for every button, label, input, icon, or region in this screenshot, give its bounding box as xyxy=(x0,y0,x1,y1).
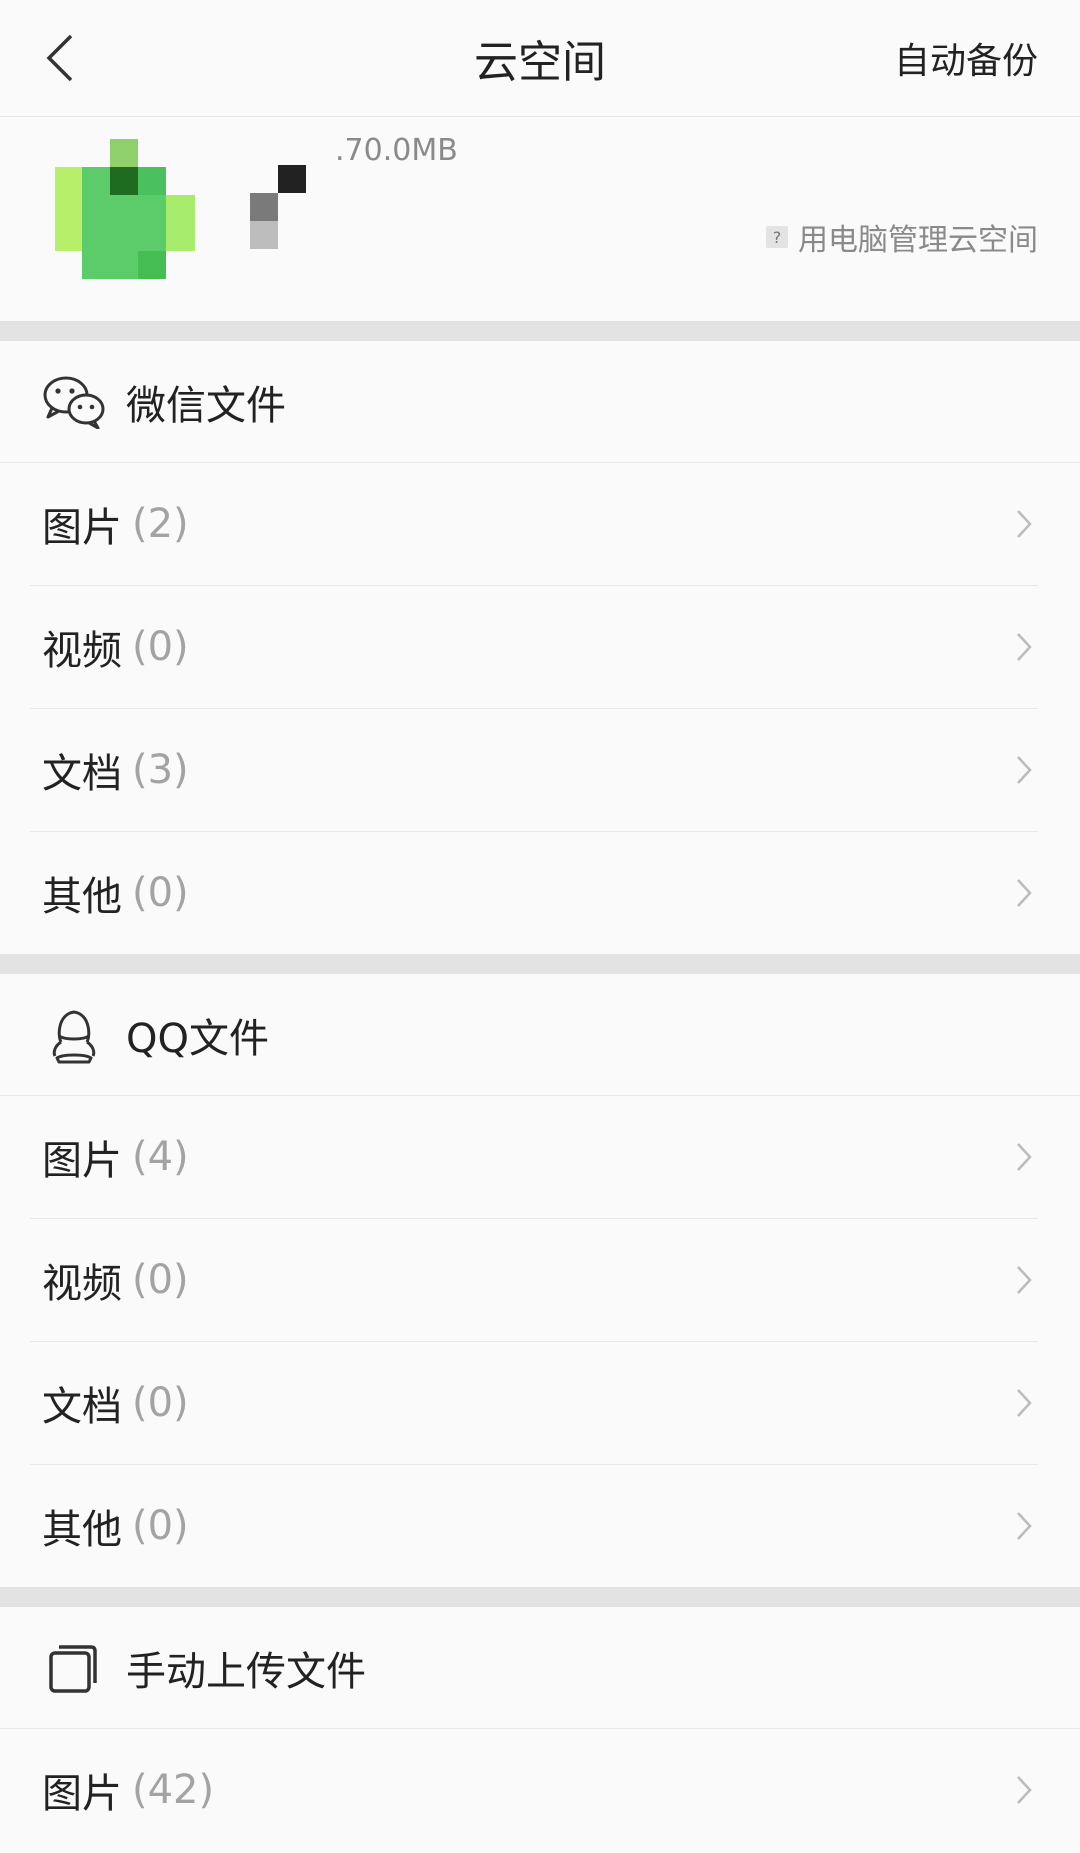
row-wechat-images[interactable]: 图片 (2) xyxy=(30,463,1038,586)
row-wechat-documents[interactable]: 文档 (3) xyxy=(30,709,1038,832)
row-label: 图片 xyxy=(42,505,122,551)
section-header: 手动上传文件 xyxy=(0,1607,1080,1729)
top-bar: 云空间 自动备份 xyxy=(0,0,1080,117)
chevron-right-icon xyxy=(1017,1389,1032,1417)
section-divider xyxy=(0,954,1080,974)
row-label: 文档 xyxy=(42,1384,122,1430)
row-qq-videos[interactable]: 视频 (0) xyxy=(30,1219,1038,1342)
row-count: (42) xyxy=(132,1767,215,1813)
section-manual-upload: 手动上传文件 图片 (42) xyxy=(0,1607,1080,1851)
section-title: 微信文件 xyxy=(126,382,286,429)
chevron-right-icon xyxy=(1017,1266,1032,1294)
row-count: (2) xyxy=(132,501,189,547)
row-label: 文档 xyxy=(42,751,122,797)
chevron-right-icon xyxy=(1017,633,1032,661)
manage-label: 用电脑管理云空间 xyxy=(798,223,1038,258)
manage-on-computer-link[interactable]: ? 用电脑管理云空间 xyxy=(766,215,1038,259)
wechat-icon xyxy=(42,370,106,434)
avatar[interactable] xyxy=(55,139,195,279)
section-title: QQ文件 xyxy=(126,1015,269,1062)
row-qq-other[interactable]: 其他 (0) xyxy=(30,1465,1038,1587)
row-wechat-videos[interactable]: 视频 (0) xyxy=(30,586,1038,709)
chevron-right-icon xyxy=(1017,510,1032,538)
section-divider xyxy=(0,1587,1080,1607)
upload-files-icon xyxy=(42,1636,106,1700)
row-label: 其他 xyxy=(42,874,122,920)
row-count: (0) xyxy=(132,1257,189,1303)
help-icon: ? xyxy=(766,226,788,248)
row-count: (0) xyxy=(132,624,189,670)
section-divider xyxy=(0,321,1080,341)
row-count: (0) xyxy=(132,1503,189,1549)
row-count: (0) xyxy=(132,1380,189,1426)
storage-used: .70.0MB xyxy=(335,133,458,168)
chevron-right-icon xyxy=(1017,756,1032,784)
row-qq-images[interactable]: 图片 (4) xyxy=(30,1096,1038,1219)
row-label: 图片 xyxy=(42,1771,122,1817)
qq-icon xyxy=(42,1003,106,1067)
row-label: 视频 xyxy=(42,1261,122,1307)
chevron-right-icon xyxy=(1017,1512,1032,1540)
section-qq-files: QQ文件 图片 (4) 视频 (0) 文档 (0) 其他 (0) xyxy=(0,974,1080,1587)
row-label: 视频 xyxy=(42,628,122,674)
row-count: (4) xyxy=(132,1134,189,1180)
row-label: 图片 xyxy=(42,1138,122,1184)
chevron-right-icon xyxy=(1017,1776,1032,1804)
row-label: 其他 xyxy=(42,1507,122,1553)
row-count: (3) xyxy=(132,747,189,793)
section-wechat-files: 微信文件 图片 (2) 视频 (0) 文档 (3) 其他 (0) xyxy=(0,341,1080,954)
username-obscured xyxy=(250,165,306,249)
section-header: 微信文件 xyxy=(0,341,1080,463)
auto-backup-button[interactable]: 自动备份 xyxy=(894,0,1038,116)
account-summary: .70.0MB ? 用电脑管理云空间 xyxy=(0,117,1080,321)
row-count: (0) xyxy=(132,870,189,916)
chevron-right-icon xyxy=(1017,1143,1032,1171)
chevron-right-icon xyxy=(1017,879,1032,907)
section-title: 手动上传文件 xyxy=(126,1648,366,1695)
section-header: QQ文件 xyxy=(0,974,1080,1096)
row-qq-documents[interactable]: 文档 (0) xyxy=(30,1342,1038,1465)
row-manual-images[interactable]: 图片 (42) xyxy=(30,1729,1038,1851)
row-wechat-other[interactable]: 其他 (0) xyxy=(30,832,1038,954)
